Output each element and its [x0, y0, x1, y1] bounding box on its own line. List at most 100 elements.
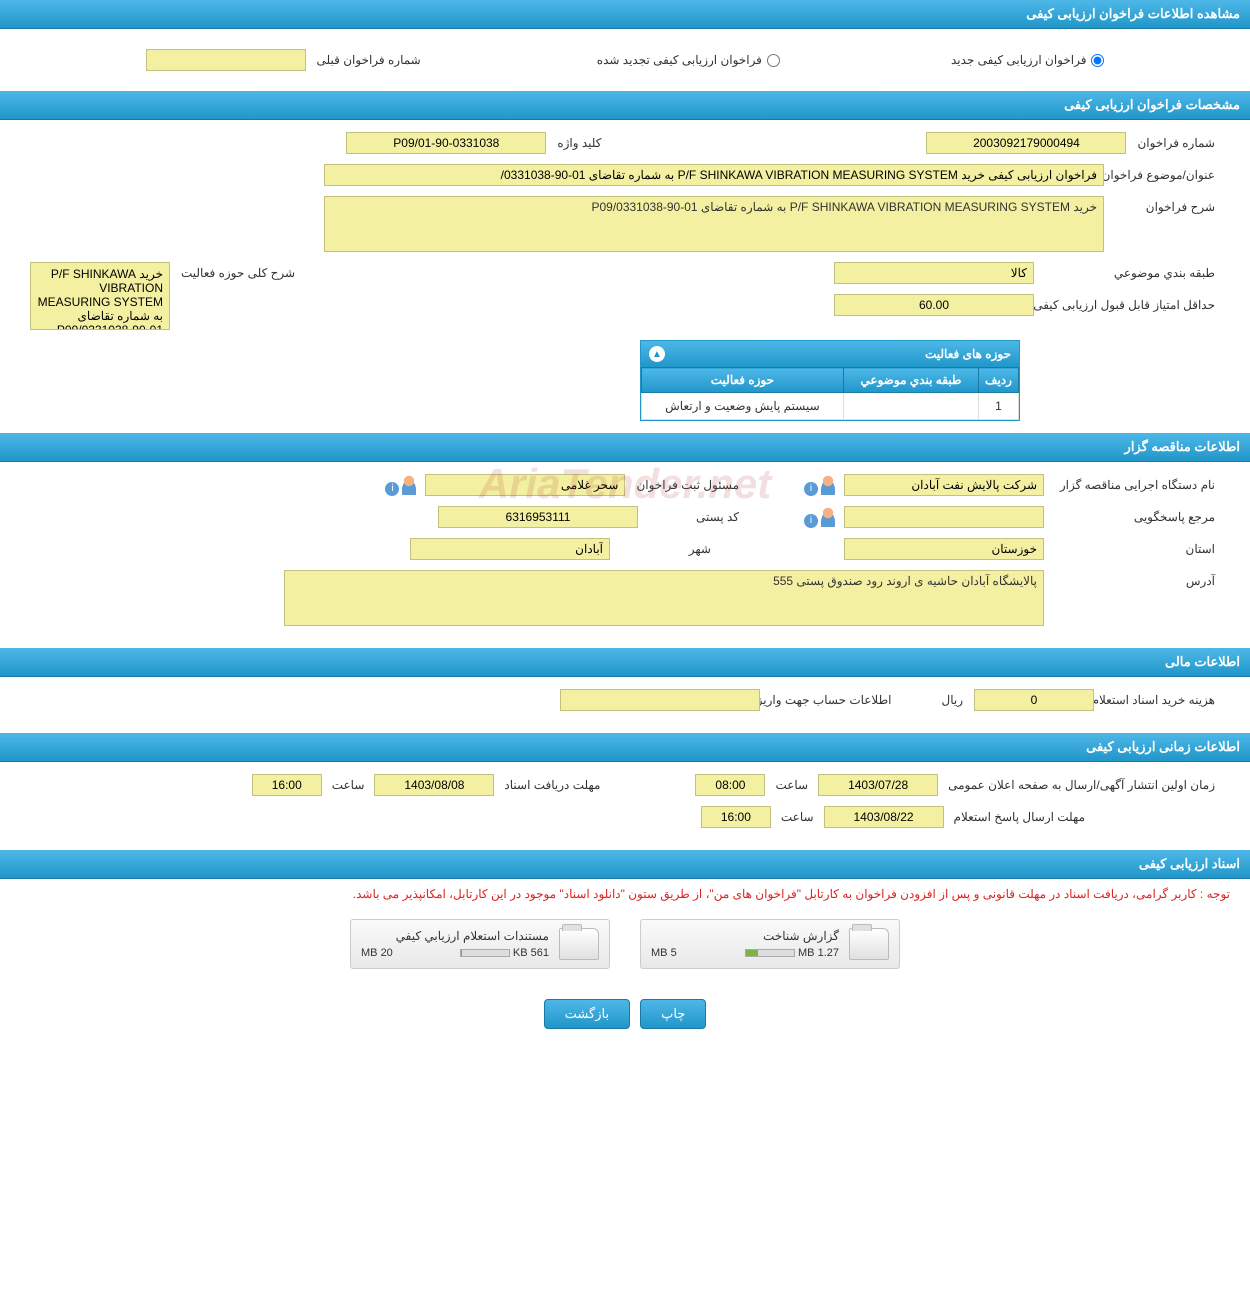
table-row: 1 سیستم پایش وضعیت و ارتعاش	[642, 393, 1019, 420]
subject-label: عنوان/موضوع فراخوان	[1110, 168, 1220, 182]
docs-header: اسناد ارزیابی کیفی	[0, 850, 1250, 879]
scope-label: شرح کلی حوزه فعالیت	[176, 262, 300, 280]
org-label: نام دستگاه اجرایی مناقصه گزار	[1050, 478, 1220, 492]
activity-col-row: ردیف	[979, 368, 1019, 393]
radio-new-eval-input[interactable]	[1091, 54, 1104, 67]
cat-input[interactable]	[834, 262, 1034, 284]
person-icon	[818, 507, 838, 527]
prev-call-pair: شماره فراخوان قبلی	[146, 49, 426, 71]
doc-total: 20 MB	[361, 947, 393, 959]
currency-label: ریال	[936, 693, 968, 707]
person-icon	[818, 475, 838, 495]
person-icon	[399, 475, 419, 495]
responder-input[interactable]	[844, 506, 1044, 528]
folder-icon	[559, 928, 599, 960]
radio-renewed-eval-label: فراخوان ارزیابی کیفی تجدید شده	[597, 53, 762, 67]
deadline-time-input[interactable]	[252, 774, 322, 796]
response-time-input[interactable]	[701, 806, 771, 828]
postal-label: کد پستی	[644, 510, 744, 524]
min-score-input[interactable]	[834, 294, 1034, 316]
button-row: چاپ بازگشت	[0, 979, 1250, 1049]
response-date-input[interactable]	[824, 806, 944, 828]
cat-label: طبقه بندي موضوعي	[1040, 266, 1220, 280]
publish-date-input[interactable]	[818, 774, 938, 796]
deadline-label: مهلت دریافت اسناد	[499, 778, 605, 792]
activity-area: سیستم پایش وضعیت و ارتعاش	[642, 393, 844, 420]
min-score-label: حداقل امتیاز قابل قبول ارزیابی کیفی	[1040, 298, 1220, 312]
scope-input[interactable]: خرید P/F SHINKAWA VIBRATION MEASURING SY…	[30, 262, 170, 330]
spec-header: مشخصات فراخوان ارزیابی کیفی	[0, 91, 1250, 120]
org-input[interactable]	[844, 474, 1044, 496]
account-label: اطلاعات حساب جهت واریز هزینه خرید اسناد	[766, 693, 896, 707]
postal-input[interactable]	[438, 506, 638, 528]
radio-new-eval-label: فراخوان ارزیابی کیفی جدید	[951, 53, 1086, 67]
deadline-date-input[interactable]	[374, 774, 494, 796]
desc-input[interactable]: خرید P/F SHINKAWA VIBRATION MEASURING SY…	[324, 196, 1104, 252]
spec-body: شماره فراخوان کلید واژه عنوان/موضوع فراخ…	[0, 120, 1250, 433]
doc-used: 1.27 MB	[798, 947, 839, 959]
info-icon[interactable]: i	[385, 482, 399, 496]
info-icon[interactable]: i	[804, 482, 818, 496]
province-input[interactable]	[844, 538, 1044, 560]
docs-note: توجه : کاربر گرامی، دریافت اسناد در مهلت…	[0, 879, 1250, 909]
city-label: شهر	[616, 542, 716, 556]
activity-idx: 1	[979, 393, 1019, 420]
keyword-label: کلید واژه	[552, 136, 606, 150]
publish-time-input[interactable]	[695, 774, 765, 796]
financial-header: اطلاعات مالی	[0, 648, 1250, 677]
print-button[interactable]: چاپ	[640, 999, 706, 1029]
doc-total: 5 MB	[651, 947, 677, 959]
doc-title: گزارش شناخت	[651, 929, 839, 943]
response-label: مهلت ارسال پاسخ استعلام	[949, 810, 1090, 824]
prev-call-input[interactable]	[146, 49, 306, 71]
call-no-input[interactable]	[926, 132, 1126, 154]
page-title-bar: مشاهده اطلاعات فراخوان ارزیابی کیفی	[0, 0, 1250, 29]
progress-bar	[460, 949, 510, 957]
doc-title: مستندات استعلام ارزيابي کيفي	[361, 929, 549, 943]
address-label: آدرس	[1050, 570, 1220, 588]
info-icon[interactable]: i	[804, 514, 818, 528]
page-title: مشاهده اطلاعات فراخوان ارزیابی کیفی	[1026, 6, 1240, 21]
doc-used: 561 KB	[513, 947, 549, 959]
publish-label: زمان اولین انتشار آگهی/ارسال به صفحه اعل…	[943, 778, 1220, 792]
responder-label: مرجع پاسخگویی	[1050, 510, 1220, 524]
activity-cat	[843, 393, 978, 420]
registrar-input[interactable]	[425, 474, 625, 496]
progress-fill	[461, 950, 462, 956]
desc-label: شرح فراخوان	[1110, 196, 1220, 214]
call-no-label: شماره فراخوان	[1132, 136, 1220, 150]
cost-label: هزینه خرید اسناد استعلام ارزیابی کیفی	[1100, 693, 1220, 707]
timing-body: زمان اولین انتشار آگهی/ارسال به صفحه اعل…	[0, 762, 1250, 850]
account-input[interactable]	[560, 689, 760, 711]
collapse-icon[interactable]: ▲	[649, 346, 665, 362]
progress-bar	[745, 949, 795, 957]
city-input[interactable]	[410, 538, 610, 560]
timing-header: اطلاعات زمانی ارزیابی کیفی	[0, 733, 1250, 762]
activity-col-cat: طبقه بندي موضوعي	[843, 368, 978, 393]
registrar-label: مسئول ثبت فراخوان	[631, 478, 744, 492]
folder-icon	[849, 928, 889, 960]
radio-renewed-eval[interactable]: فراخوان ارزیابی کیفی تجدید شده	[597, 53, 780, 67]
province-label: استان	[1050, 542, 1220, 556]
subject-input[interactable]	[324, 164, 1104, 186]
tenderer-header: اطلاعات مناقصه گزار	[0, 433, 1250, 462]
hour-label-3: ساعت	[776, 810, 819, 824]
doc-card[interactable]: مستندات استعلام ارزيابي کيفي 561 KB 20 M…	[350, 919, 610, 969]
activity-table: ردیف طبقه بندي موضوعي حوزه فعالیت 1 سیست…	[641, 367, 1019, 420]
back-button[interactable]: بازگشت	[544, 999, 630, 1029]
hour-label-1: ساعت	[770, 778, 813, 792]
call-type-row: فراخوان ارزیابی کیفی جدید فراخوان ارزیاب…	[0, 29, 1250, 91]
progress-fill	[746, 950, 758, 956]
activity-header-title: حوزه های فعالیت	[925, 347, 1011, 361]
doc-cards: گزارش شناخت 1.27 MB 5 MB مستندات استعلام…	[0, 909, 1250, 979]
activity-header-bar: حوزه های فعالیت ▲	[641, 341, 1019, 367]
doc-card[interactable]: گزارش شناخت 1.27 MB 5 MB	[640, 919, 900, 969]
activity-col-area: حوزه فعالیت	[642, 368, 844, 393]
radio-renewed-eval-input[interactable]	[767, 54, 780, 67]
address-input[interactable]: پالایشگاه آبادان حاشیه ی اروند رود صندوق…	[284, 570, 1044, 626]
cost-input[interactable]	[974, 689, 1094, 711]
financial-body: هزینه خرید اسناد استعلام ارزیابی کیفی ری…	[0, 677, 1250, 733]
prev-call-label: شماره فراخوان قبلی	[312, 53, 426, 67]
keyword-input[interactable]	[346, 132, 546, 154]
radio-new-eval[interactable]: فراخوان ارزیابی کیفی جدید	[951, 53, 1104, 67]
